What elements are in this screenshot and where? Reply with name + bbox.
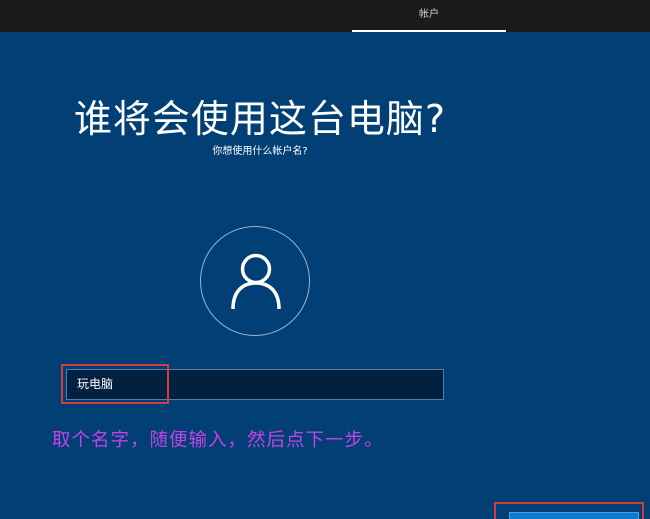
avatar	[200, 226, 310, 336]
tab-active-indicator	[352, 30, 506, 32]
page-subtitle: 你想使用什么帐户名?	[212, 146, 308, 157]
input-highlight-box	[61, 364, 169, 404]
instruction-annotation: 取个名字，随便输入，然后点下一步。	[52, 430, 384, 451]
top-bar: 帐户	[0, 0, 650, 32]
user-icon	[231, 253, 281, 310]
tab-account[interactable]: 帐户	[352, 0, 506, 32]
setup-screen: 帐户 谁将会使用这台电脑? 你想使用什么帐户名? 玩电脑 取个名字，随便输入，然…	[0, 0, 650, 519]
page-title: 谁将会使用这台电脑?	[73, 97, 447, 141]
next-button-highlight-box	[494, 502, 644, 519]
